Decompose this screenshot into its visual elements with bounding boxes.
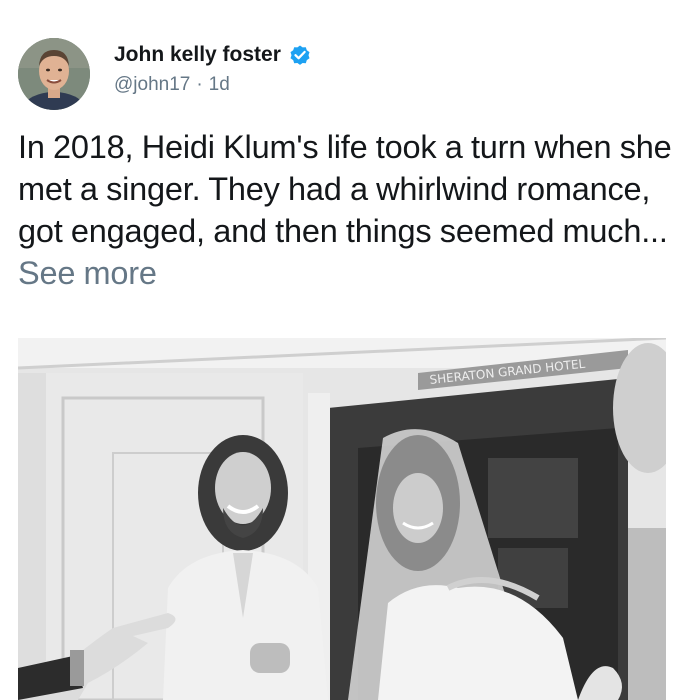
verified-badge-icon [288, 43, 312, 67]
tweet-header: John kelly foster @john17 · 1d [18, 38, 678, 112]
timestamp[interactable]: 1d [209, 74, 230, 96]
meta-row: @john17 · 1d [114, 74, 312, 96]
name-row: John kelly foster [114, 40, 312, 70]
wedding-photo: SHERATON GRAND HOTEL [18, 338, 666, 700]
separator-dot: · [196, 74, 203, 95]
avatar[interactable] [18, 38, 90, 110]
handle[interactable]: @john17 [114, 74, 190, 96]
author-info: John kelly foster @john17 · 1d [114, 40, 312, 96]
display-name[interactable]: John kelly foster [114, 43, 281, 67]
tweet-photo[interactable]: SHERATON GRAND HOTEL [18, 338, 666, 700]
tweet-body: In 2018, Heidi Klum's life took a turn w… [18, 129, 672, 249]
tweet-text: In 2018, Heidi Klum's life took a turn w… [18, 126, 688, 294]
see-more-link[interactable]: See more [18, 255, 157, 291]
tweet-card: John kelly foster @john17 · 1d In 2018, … [0, 0, 700, 700]
avatar-photo [18, 38, 90, 110]
